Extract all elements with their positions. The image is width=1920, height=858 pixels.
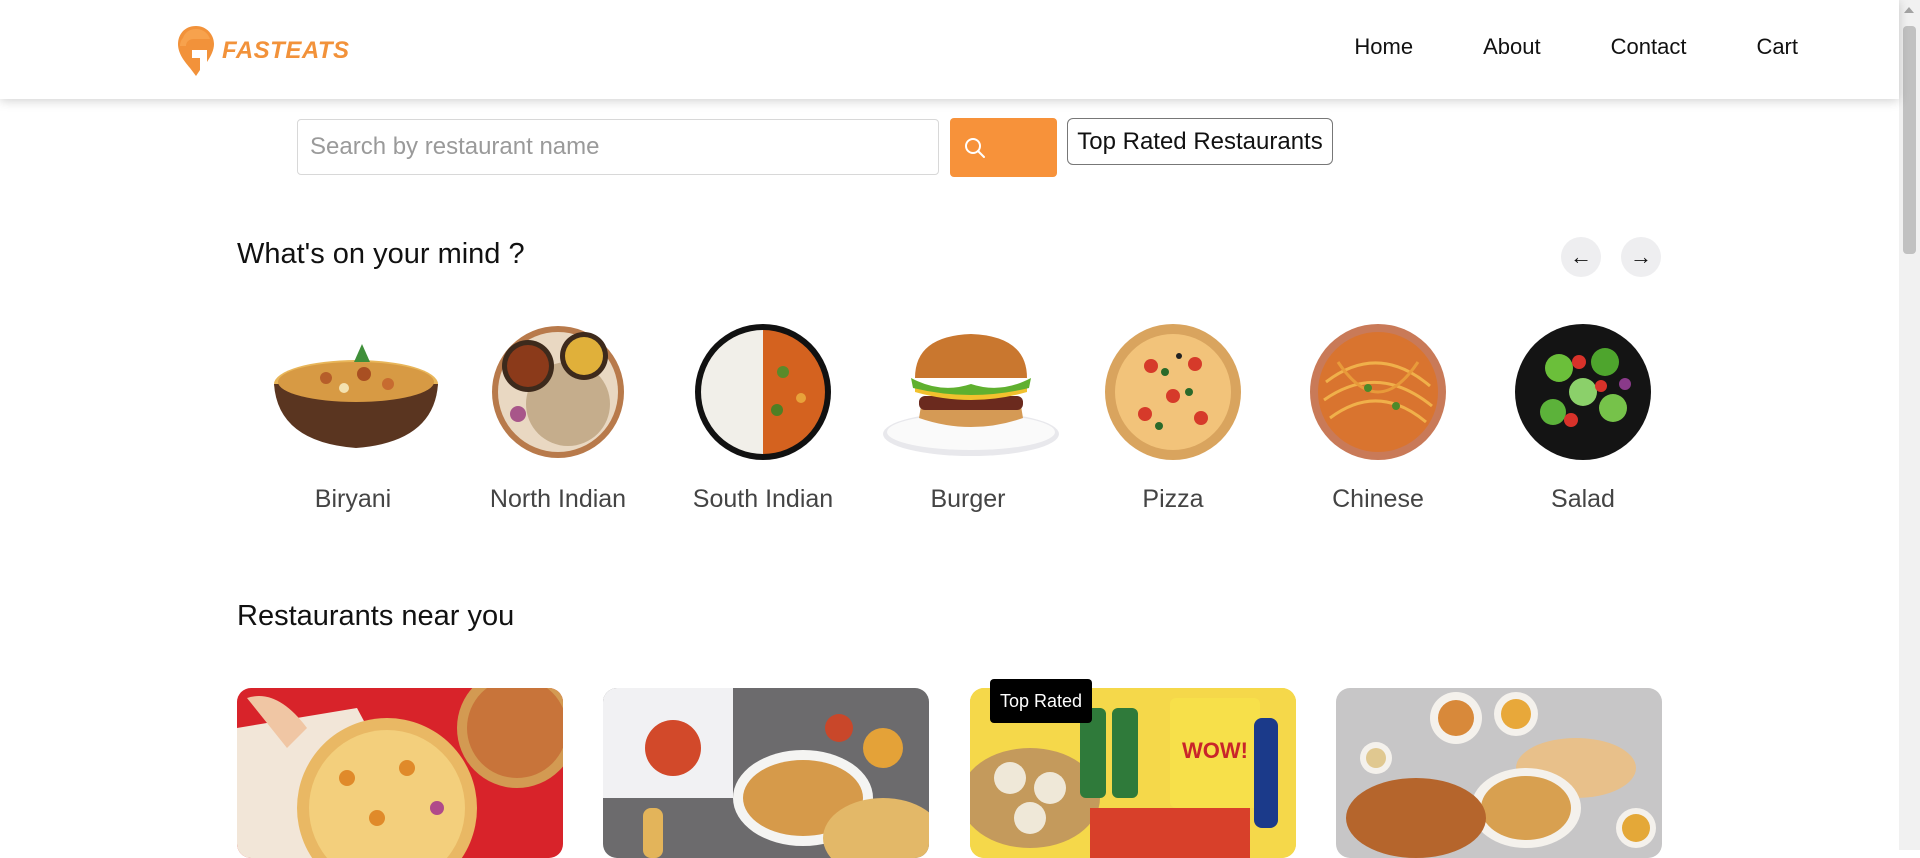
svg-text:WOW!: WOW! (1182, 738, 1248, 763)
restaurant-image-platter (1336, 688, 1662, 858)
search-input[interactable] (297, 119, 939, 175)
category-label: Burger (930, 485, 1006, 513)
category-label: Biryani (314, 485, 392, 513)
south-indian-image (695, 324, 831, 460)
scroll-up-icon[interactable] (1904, 7, 1914, 13)
category-label: South Indian (692, 485, 834, 513)
logo[interactable]: FASTEATS (176, 24, 350, 78)
restaurant-card[interactable] (237, 688, 563, 858)
chinese-image (1310, 324, 1446, 460)
category-label: Pizza (1142, 485, 1204, 513)
category-pizza[interactable]: Pizza (1078, 322, 1268, 514)
nav-cart[interactable]: Cart (1756, 34, 1798, 60)
logo-text: FASTEATS (222, 37, 350, 64)
restaurant-card[interactable] (1336, 688, 1662, 858)
burger-image (882, 334, 1059, 456)
search-button[interactable] (950, 118, 1057, 177)
salad-image (1515, 324, 1651, 460)
north-indian-image (492, 326, 624, 458)
category-chinese[interactable]: Chinese (1283, 322, 1473, 514)
category-biryani[interactable]: Biryani (258, 322, 448, 514)
mind-section-title: What's on your mind ? (237, 238, 525, 270)
category-burger[interactable]: Burger (873, 322, 1063, 514)
category-label: North Indian (489, 485, 627, 513)
restaurant-image-biryani (603, 688, 929, 858)
nav-contact[interactable]: Contact (1611, 34, 1687, 60)
category-north-indian[interactable]: North Indian (463, 322, 653, 514)
category-label: Salad (1551, 485, 1615, 513)
header: FASTEATS Home About Contact Cart (0, 0, 1899, 99)
top-rated-badge: Top Rated (990, 679, 1093, 723)
pizza-image (1105, 324, 1241, 460)
arrow-right-icon: → (1630, 244, 1652, 269)
logo-icon (178, 26, 214, 76)
nav-home[interactable]: Home (1354, 34, 1413, 60)
scrollbar-thumb[interactable] (1903, 26, 1916, 254)
search-icon (965, 138, 985, 158)
restaurant-image-pizza (237, 688, 563, 858)
restaurant-card[interactable] (603, 688, 929, 858)
category-label: Chinese (1332, 485, 1424, 513)
page-scrollbar[interactable] (1899, 0, 1920, 850)
category-salad[interactable]: Salad (1488, 322, 1678, 514)
carousel-next-button[interactable]: → (1621, 237, 1661, 277)
restaurants-section-title: Restaurants near you (237, 600, 515, 632)
carousel-prev-button[interactable]: ← (1561, 237, 1601, 277)
category-south-indian[interactable]: South Indian (668, 322, 858, 514)
top-rated-filter-button[interactable]: Top Rated Restaurants (1067, 118, 1333, 165)
arrow-left-icon: ← (1570, 244, 1592, 269)
biryani-image (273, 344, 438, 448)
main-nav: Home About Contact Cart (1284, 34, 1798, 60)
nav-about[interactable]: About (1483, 34, 1541, 60)
